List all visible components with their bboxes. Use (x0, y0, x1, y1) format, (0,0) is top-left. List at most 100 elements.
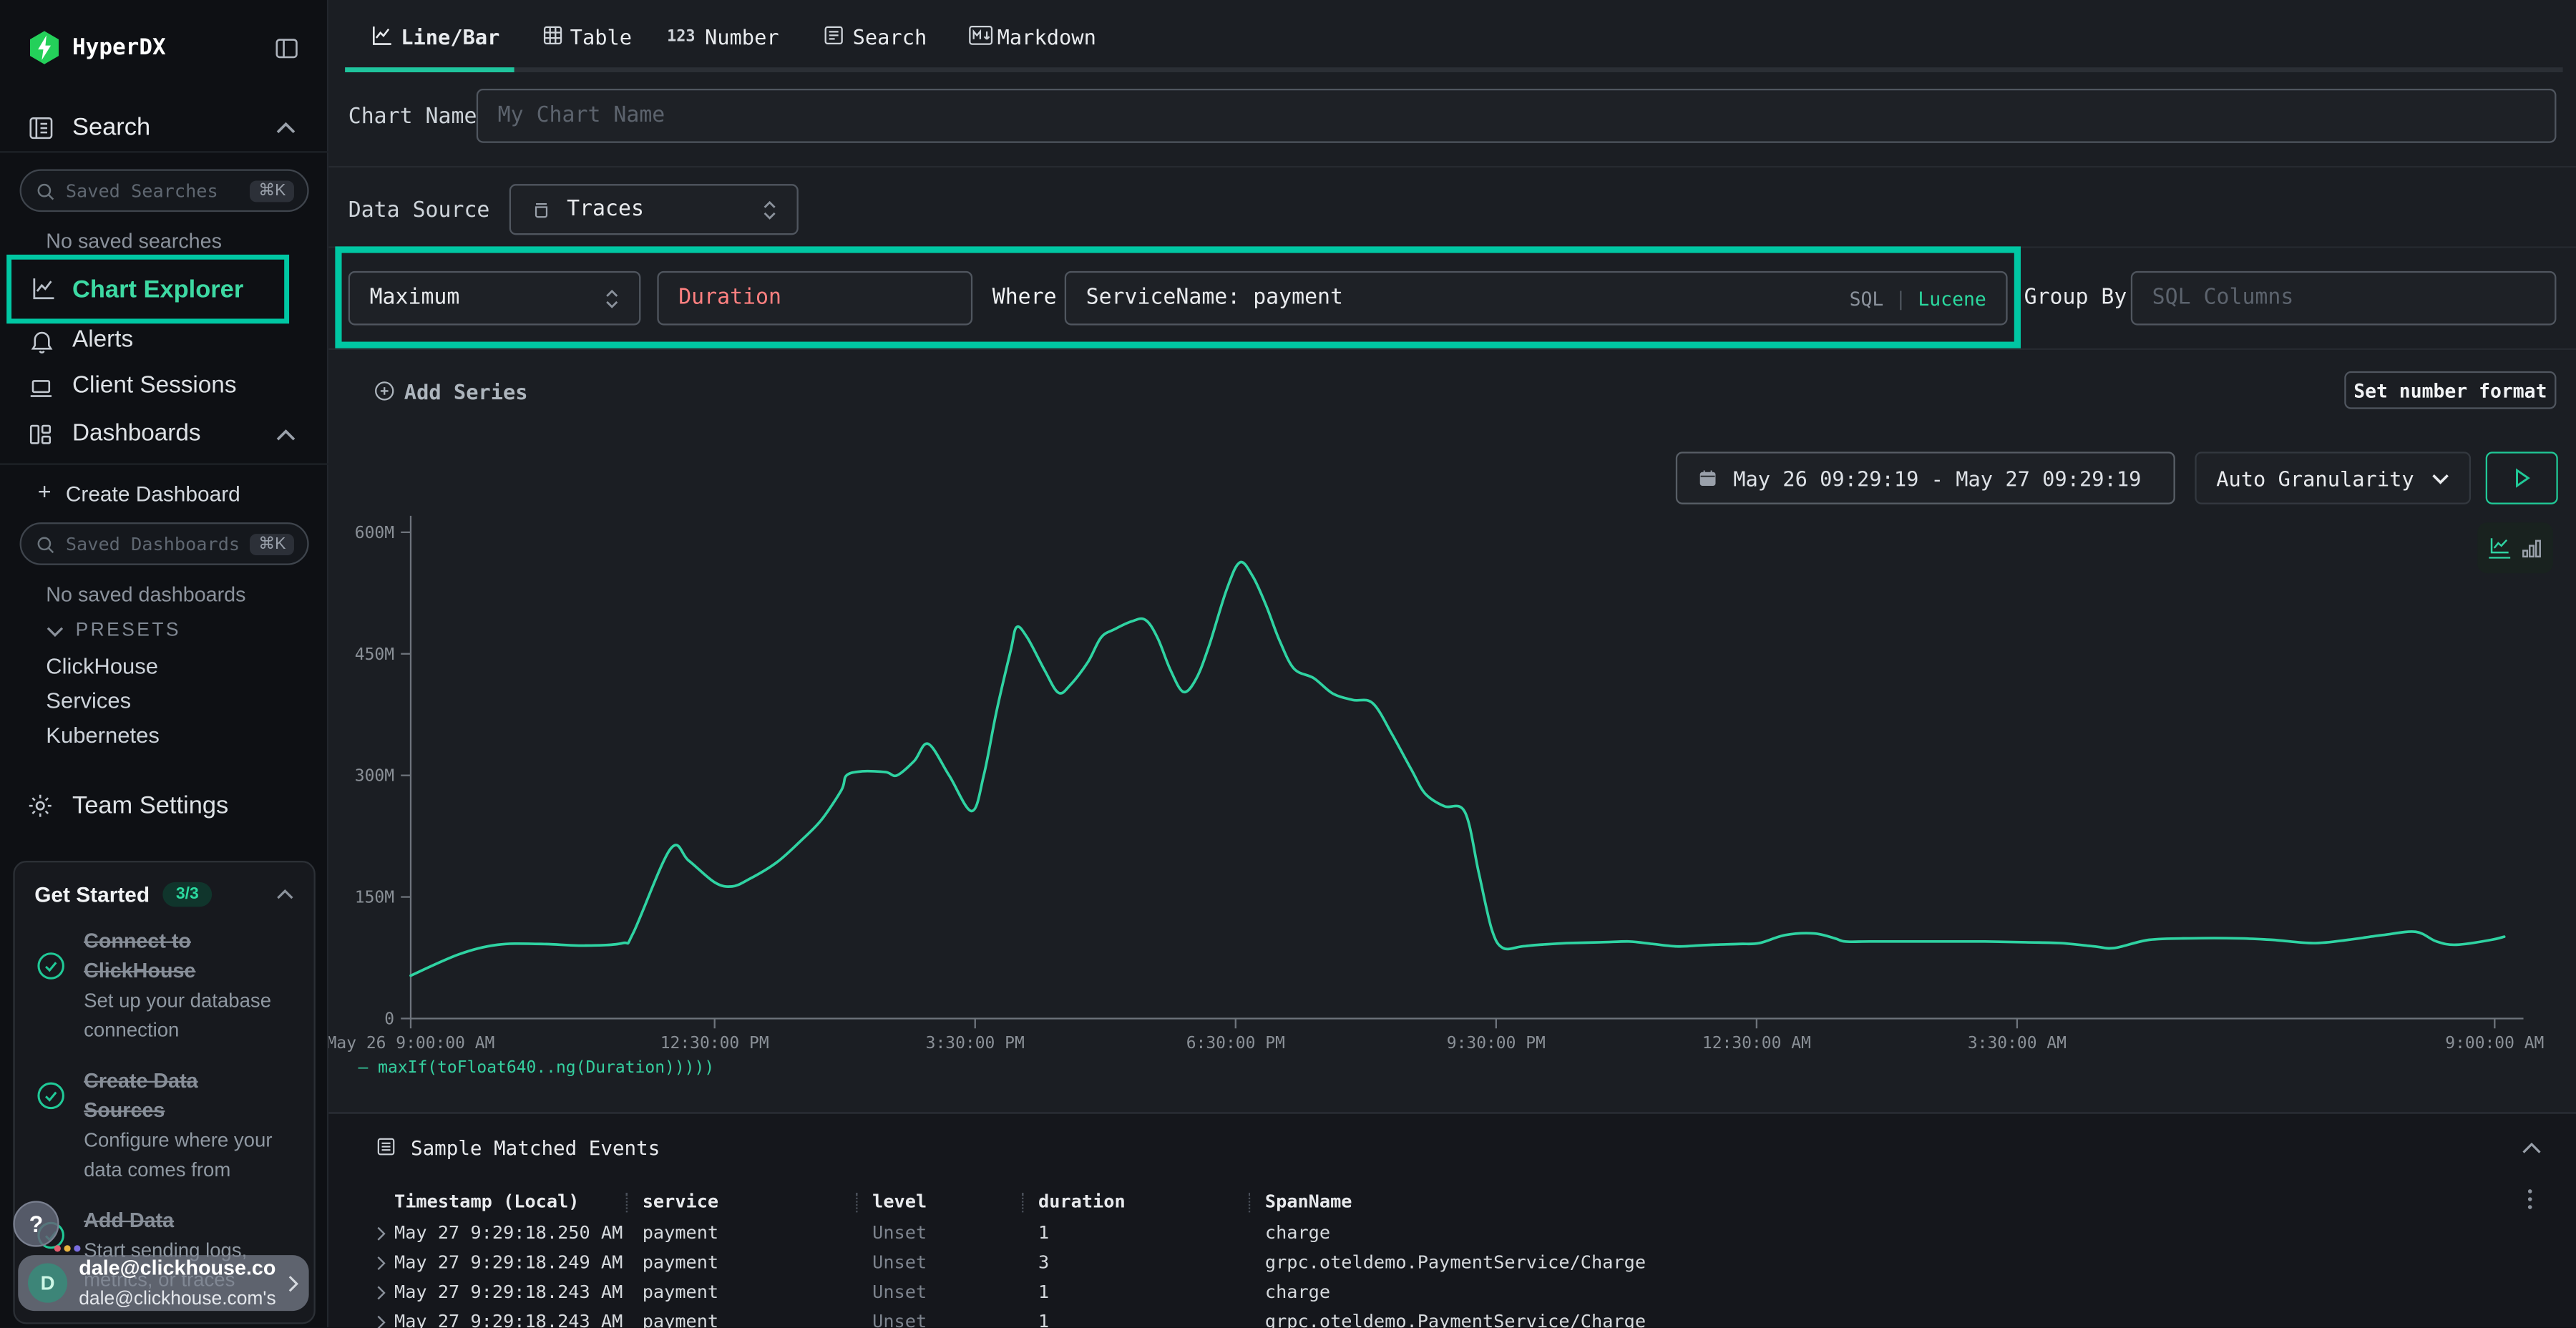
legend-series-label: maxIf(toFloat640..ng(Duration))))) (378, 1060, 714, 1078)
svg-text:9:00:00 AM: 9:00:00 AM (2445, 1034, 2544, 1053)
chevron-up-icon[interactable] (276, 889, 294, 900)
hyperdx-app: HyperDX Search Saved Searches ⌘K No save… (0, 0, 2576, 1327)
cell-level: Unset (872, 1222, 927, 1244)
chart-legend[interactable]: — maxIf(toFloat640..ng(Duration))))) (358, 1060, 715, 1078)
svg-text:150M: 150M (355, 889, 394, 907)
expand-row-icon[interactable] (376, 1255, 386, 1271)
cell-service: payment (643, 1222, 718, 1244)
cell-duration: 3 (1038, 1251, 1049, 1273)
database-icon (531, 198, 552, 221)
kebab-menu-icon[interactable] (2527, 1188, 2533, 1211)
svg-text:450M: 450M (355, 645, 394, 664)
svg-text:3:30:00 AM: 3:30:00 AM (1968, 1034, 2067, 1053)
collapse-panel-icon[interactable] (2522, 1142, 2542, 1155)
main-content: Line/Bar Table 123 Number Search Markdow… (328, 0, 2576, 1327)
column-header-spanname[interactable]: SpanName (1265, 1191, 1352, 1213)
set-number-format-button[interactable]: Set number format (2344, 371, 2556, 409)
column-separator[interactable] (626, 1193, 628, 1213)
checklist-title: Connect to ClickHouse (84, 929, 195, 982)
sidebar-item-team-settings[interactable]: Team Settings (72, 792, 228, 820)
legend-swatch: — (358, 1060, 379, 1078)
data-source-label: Data Source (348, 199, 490, 223)
sidebar-item-dashboards[interactable]: Dashboards (72, 421, 201, 447)
svg-text:600M: 600M (355, 524, 394, 542)
cell-spanname: charge (1265, 1281, 1330, 1303)
expand-row-icon[interactable] (376, 1284, 386, 1301)
check-circle-icon (34, 949, 67, 1045)
sample-events-panel: Sample Matched Events Timestamp (Local) … (328, 1112, 2576, 1327)
cell-duration: 1 (1038, 1311, 1049, 1328)
saved-searches-placeholder: Saved Searches (66, 180, 240, 201)
user-email: dale@clickhouse.com (79, 1256, 276, 1279)
chevron-down-icon[interactable] (46, 626, 64, 638)
sidebar-item-search[interactable]: Search (72, 113, 150, 141)
column-separator[interactable] (856, 1193, 857, 1213)
user-menu[interactable]: D dale@clickhouse.com dale@clickhouse.co… (18, 1255, 308, 1311)
language-toggle-divider: | (1895, 287, 1906, 310)
expand-row-icon[interactable] (376, 1314, 386, 1328)
sidebar-item-client-sessions[interactable]: Client Sessions (72, 373, 236, 399)
data-source-select[interactable]: Traces (509, 184, 799, 235)
aggregation-select[interactable]: Maximum (348, 271, 641, 326)
checklist-title: Add Data (84, 1209, 174, 1232)
user-sub-text: dale@clickhouse.com's (79, 1289, 275, 1309)
chart-name-label: Chart Name (348, 105, 477, 130)
metric-field[interactable]: Duration (657, 271, 972, 326)
presets-section-label[interactable]: PRESETS (76, 621, 181, 641)
expand-row-icon[interactable] (376, 1226, 386, 1242)
cell-service: payment (643, 1311, 718, 1328)
sidebar-item-alerts[interactable]: Alerts (72, 327, 133, 353)
create-dashboard-button[interactable]: Create Dashboard (66, 482, 240, 506)
tab-number[interactable]: Number (705, 24, 779, 49)
help-button[interactable]: ? (13, 1201, 59, 1246)
language-toggle-sql[interactable]: SQL (1850, 287, 1884, 310)
cell-timestamp: May 27 9:29:18.243 AM (394, 1281, 623, 1303)
tab-table[interactable]: Table (570, 24, 632, 49)
help-label: ? (29, 1211, 44, 1237)
column-separator[interactable] (1022, 1193, 1023, 1213)
svg-text:12:30:00 AM: 12:30:00 AM (1702, 1034, 1811, 1053)
check-circle-icon (34, 1079, 67, 1184)
cell-service: payment (643, 1281, 718, 1303)
tab-line-bar[interactable]: Line/Bar (401, 24, 499, 49)
collapse-sidebar-icon[interactable] (273, 34, 301, 62)
saved-searches-input[interactable]: Saved Searches ⌘K (20, 169, 309, 212)
data-source-value: Traces (567, 197, 748, 222)
checklist-item-data-sources[interactable]: Create Data Sources Configure where your… (34, 1066, 294, 1184)
shortcut-badge: ⌘K (250, 180, 294, 201)
column-header-service[interactable]: service (643, 1191, 718, 1213)
chevron-up-icon[interactable] (276, 429, 296, 441)
search-section-icon (26, 113, 56, 142)
timeseries-chart[interactable]: 0150M300M450M600MMay 26 9:00:00 AM12:30:… (328, 493, 2562, 1068)
language-toggle-lucene[interactable]: Lucene (1918, 287, 1986, 310)
preset-services[interactable]: Services (46, 688, 131, 713)
divider (328, 246, 2576, 248)
tab-markdown[interactable]: Markdown (997, 24, 1096, 49)
chart-name-input[interactable] (477, 89, 2557, 143)
svg-text:6:30:00 PM: 6:30:00 PM (1186, 1034, 1285, 1053)
granularity-value: Auto Granularity (2216, 466, 2431, 490)
group-by-input[interactable] (2131, 271, 2557, 326)
checklist-desc: Configure where your data comes from (84, 1128, 272, 1181)
column-header-timestamp[interactable]: Timestamp (Local) (394, 1191, 580, 1213)
cell-duration: 1 (1038, 1281, 1049, 1303)
sample-events-title: Sample Matched Events (411, 1137, 660, 1160)
column-header-level[interactable]: level (872, 1191, 927, 1213)
hyperdx-logo-icon (26, 29, 63, 66)
add-series-button[interactable]: Add Series (404, 379, 528, 404)
sidebar-item-chart-explorer[interactable]: Chart Explorer (72, 276, 243, 304)
cell-level: Unset (872, 1281, 927, 1303)
where-input[interactable]: ServiceName: payment SQL | Lucene (1065, 271, 2008, 326)
column-header-duration[interactable]: duration (1038, 1191, 1126, 1213)
preset-kubernetes[interactable]: Kubernetes (46, 723, 160, 747)
tab-search[interactable]: Search (853, 24, 927, 49)
svg-text:0: 0 (384, 1010, 394, 1029)
chevron-up-icon[interactable] (276, 122, 296, 135)
shortcut-badge: ⌘K (250, 533, 294, 555)
saved-dashboards-input[interactable]: Saved Dashboards ⌘K (20, 522, 309, 565)
column-separator[interactable] (1249, 1193, 1250, 1213)
checklist-item-connect[interactable]: Connect to ClickHouse Set up your databa… (34, 927, 294, 1045)
preset-clickhouse[interactable]: ClickHouse (46, 654, 158, 678)
date-range-value: May 26 09:29:19 - May 27 09:29:19 (1733, 466, 2141, 490)
search-icon (34, 180, 56, 201)
